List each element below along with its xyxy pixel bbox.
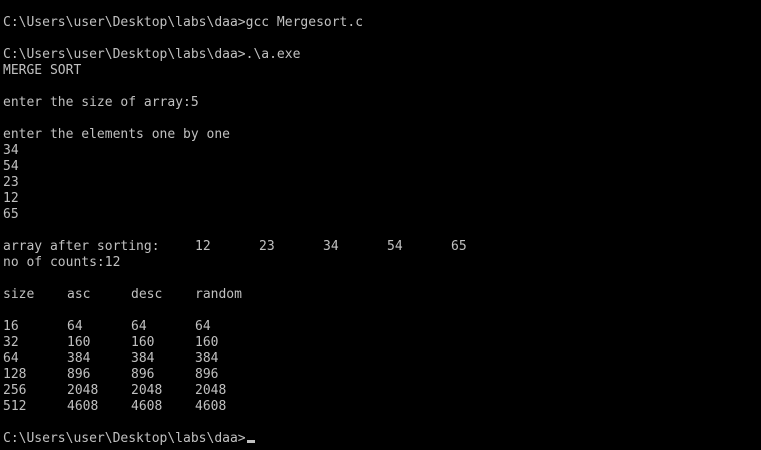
input-element: 23: [3, 175, 19, 190]
table-cell: 64: [195, 319, 211, 334]
table-cell: 2048: [195, 383, 227, 398]
sorted-label: array after sorting:: [3, 239, 160, 254]
table-header-cell: random: [195, 287, 242, 302]
table-row: 128 896 896 896: [3, 367, 761, 383]
table-row: 256 2048 2048 2048: [3, 383, 761, 399]
table-row: 32 160 160 160: [3, 335, 761, 351]
table-cell: 64: [131, 319, 147, 334]
program-title: MERGE SORT: [3, 63, 82, 78]
table-cell: 64: [67, 319, 83, 334]
table-header-cell: size: [3, 287, 35, 302]
size-prompt: enter the size of array:5: [3, 95, 199, 110]
table-cell: 384: [131, 351, 155, 366]
sorted-output-line: array after sorting: 12 23 34 54 65: [3, 239, 761, 255]
input-element: 12: [3, 191, 19, 206]
table-header: size asc desc random: [3, 287, 761, 303]
sorted-value: 34: [323, 239, 339, 254]
sorted-value: 65: [451, 239, 467, 254]
table-cell: 512: [3, 399, 27, 414]
table-cell: 896: [67, 367, 91, 382]
table-cell: 160: [131, 335, 155, 350]
table-row: 16 64 64 64: [3, 319, 761, 335]
table-cell: 384: [67, 351, 91, 366]
table-cell: 4608: [195, 399, 227, 414]
elements-prompt: enter the elements one by one: [3, 127, 230, 142]
table-cell: 256: [3, 383, 27, 398]
input-element: 54: [3, 159, 19, 174]
table-cell: 160: [67, 335, 91, 350]
table-cell: 64: [3, 351, 19, 366]
sorted-value: 54: [387, 239, 403, 254]
console-window[interactable]: C:\Users\user\Desktop\labs\daa>gcc Merge…: [0, 0, 761, 450]
table-cell: 896: [195, 367, 219, 382]
counts-line: no of counts:12: [3, 255, 121, 270]
input-element: 65: [3, 207, 19, 222]
table-cell: 4608: [67, 399, 99, 414]
table-cell: 2048: [131, 383, 163, 398]
text-cursor: [246, 440, 255, 443]
table-row: 64 384 384 384: [3, 351, 761, 367]
table-cell: 32: [3, 335, 19, 350]
table-cell: 896: [131, 367, 155, 382]
input-element: 34: [3, 143, 19, 158]
table-header-cell: desc: [131, 287, 163, 302]
final-prompt: C:\Users\user\Desktop\labs\daa>: [3, 431, 246, 446]
table-cell: 2048: [67, 383, 99, 398]
table-row: 512 4608 4608 4608: [3, 399, 761, 415]
table-cell: 16: [3, 319, 19, 334]
final-prompt-line[interactable]: C:\Users\user\Desktop\labs\daa>: [3, 431, 761, 447]
table-cell: 4608: [131, 399, 163, 414]
sorted-value: 12: [195, 239, 211, 254]
table-header-cell: asc: [67, 287, 91, 302]
compile-command-line: C:\Users\user\Desktop\labs\daa>gcc Merge…: [3, 15, 364, 30]
table-cell: 128: [3, 367, 27, 382]
table-cell: 160: [195, 335, 219, 350]
sorted-value: 23: [259, 239, 275, 254]
table-cell: 384: [195, 351, 219, 366]
run-command-line: C:\Users\user\Desktop\labs\daa>.\a.exe: [3, 47, 301, 62]
